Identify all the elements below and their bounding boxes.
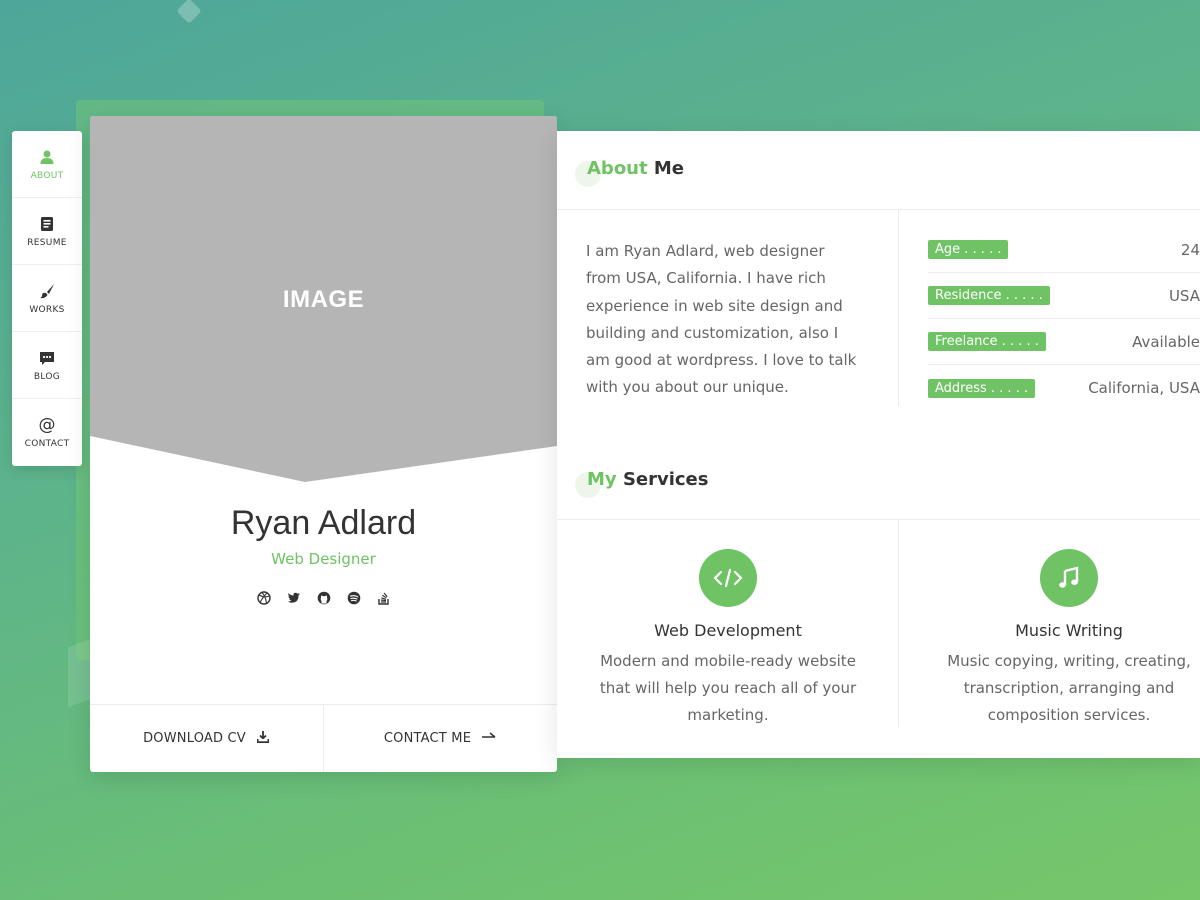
- paintbrush-icon: [38, 282, 56, 300]
- profile-actions: DOWNLOAD CV CONTACT ME: [90, 704, 557, 772]
- contact-me-button[interactable]: CONTACT ME: [324, 705, 557, 772]
- about-line: am good at wordpress. I love to talk: [586, 351, 857, 370]
- contact-me-label: CONTACT ME: [383, 731, 472, 746]
- image-placeholder-label: IMAGE: [282, 286, 365, 313]
- column-divider: [898, 210, 899, 406]
- nav-item-blog[interactable]: BLOG: [12, 332, 82, 399]
- about-line: experience in web site design and: [586, 296, 843, 315]
- info-key: Freelance . . . . .: [928, 332, 1046, 351]
- info-row-age: Age . . . . . 24: [928, 227, 1200, 273]
- info-value: Available: [1132, 332, 1200, 351]
- profile-name: Ryan Adlard: [230, 504, 417, 542]
- service-description: Modern and mobile-ready website that wil…: [583, 648, 873, 729]
- document-icon: [38, 215, 56, 233]
- info-key: Residence . . . . .: [928, 286, 1050, 305]
- title-accent: My: [587, 469, 617, 490]
- services-section-title: My Services: [587, 469, 708, 490]
- service-desc-line: that will help you reach all of your: [599, 679, 857, 697]
- info-row-freelance: Freelance . . . . . Available: [928, 319, 1200, 365]
- service-description: Music copying, writing, creating, transc…: [924, 648, 1200, 729]
- personal-info-list: Age . . . . . 24 Residence . . . . . USA…: [928, 227, 1200, 411]
- about-line: with you about our unique.: [586, 378, 789, 397]
- service-desc-line: transcription, arranging and: [963, 679, 1175, 697]
- dribbble-icon[interactable]: [256, 590, 272, 606]
- download-cv-label: DOWNLOAD CV: [143, 731, 246, 746]
- nav-item-label: ABOUT: [30, 170, 64, 181]
- info-row-address: Address . . . . . California, USA: [928, 365, 1200, 411]
- side-navigation: ABOUT RESUME WORKS BLOG @ CONTACT: [12, 131, 82, 466]
- nav-item-label: WORKS: [29, 304, 65, 315]
- section-divider: [557, 519, 1200, 520]
- info-key: Address . . . . .: [928, 378, 1036, 398]
- nav-item-contact[interactable]: @ CONTACT: [12, 399, 82, 466]
- title-rest: Services: [622, 469, 709, 490]
- nav-item-about[interactable]: ABOUT: [12, 131, 82, 198]
- download-cv-button[interactable]: DOWNLOAD CV: [90, 705, 324, 772]
- title-rest: Me: [653, 158, 685, 179]
- info-value: USA: [1168, 286, 1200, 305]
- nav-item-label: RESUME: [27, 237, 67, 248]
- about-content-panel: About Me I am Ryan Adlard, web designer …: [557, 131, 1200, 758]
- service-web-development: Web Development Modern and mobile-ready …: [558, 549, 898, 729]
- code-icon: [699, 549, 757, 607]
- nav-item-resume[interactable]: RESUME: [12, 198, 82, 265]
- service-name: Web Development: [654, 621, 802, 640]
- nav-item-works[interactable]: WORKS: [12, 265, 82, 332]
- service-desc-line: marketing.: [687, 706, 769, 724]
- profile-image-placeholder: IMAGE: [90, 116, 557, 482]
- chat-bubble-icon: [38, 349, 56, 367]
- profile-card: IMAGE Ryan Adlard Web Designer DOWNLOAD …: [90, 116, 557, 772]
- social-links: [90, 590, 557, 606]
- background-diamond-decoration: [176, 0, 202, 24]
- nav-item-label: CONTACT: [24, 439, 70, 449]
- user-icon: [38, 148, 56, 166]
- about-section-title: About Me: [587, 158, 684, 179]
- service-name: Music Writing: [1015, 621, 1123, 640]
- info-key: Age . . . . .: [928, 240, 1009, 259]
- music-note-icon: [1040, 549, 1098, 607]
- about-description: I am Ryan Adlard, web designer from USA,…: [586, 238, 876, 402]
- service-desc-line: composition services.: [987, 706, 1151, 724]
- service-desc-line: Music copying, writing, creating,: [947, 652, 1191, 670]
- arrow-right-icon: [481, 731, 497, 747]
- service-desc-line: Modern and mobile-ready website: [600, 652, 856, 670]
- stackoverflow-icon[interactable]: [376, 590, 392, 606]
- about-line: building and customization, also I: [586, 323, 839, 342]
- title-accent: About: [587, 158, 648, 179]
- spotify-icon[interactable]: [346, 590, 362, 606]
- nav-item-label: BLOG: [33, 371, 61, 382]
- profile-job-title: Web Designer: [271, 550, 376, 568]
- about-line: I am Ryan Adlard, web designer: [586, 242, 825, 260]
- download-icon: [256, 730, 270, 748]
- service-music-writing: Music Writing Music copying, writing, cr…: [899, 549, 1200, 729]
- at-sign-icon: @: [38, 415, 56, 435]
- twitter-icon[interactable]: [286, 590, 302, 606]
- github-icon[interactable]: [316, 590, 332, 606]
- section-divider: [557, 209, 1200, 210]
- info-value: California, USA: [1088, 379, 1200, 397]
- about-line: from USA, California. I have rich: [586, 269, 826, 288]
- info-row-residence: Residence . . . . . USA: [928, 273, 1200, 319]
- info-value: 24: [1180, 240, 1200, 259]
